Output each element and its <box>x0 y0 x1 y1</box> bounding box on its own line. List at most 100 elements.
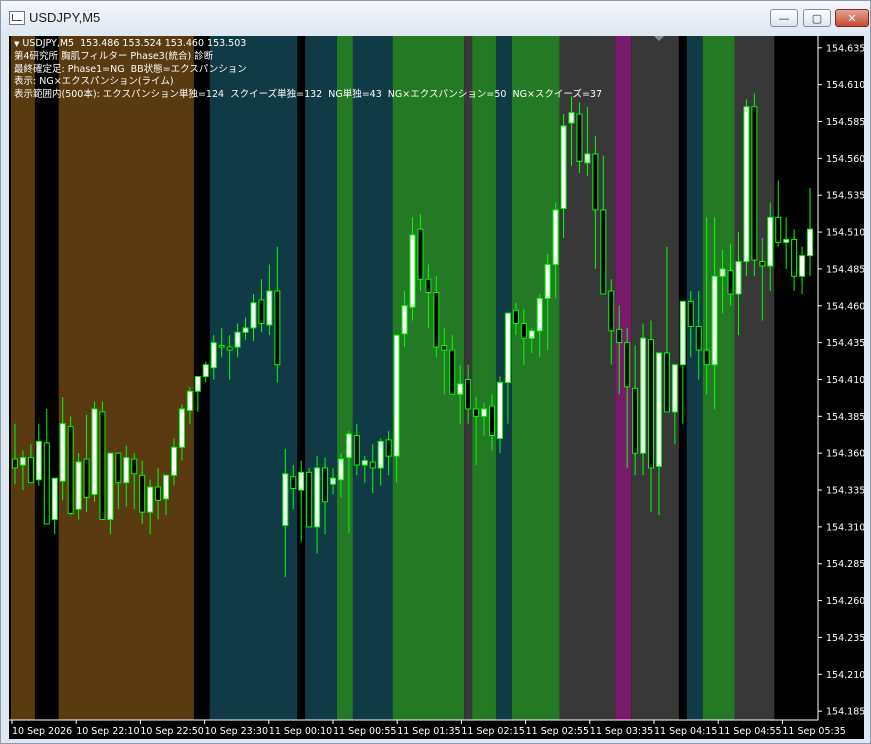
info-line-4: 表示範囲内(500本): エクスパンション単独=124 スクイーズ単独=132 … <box>14 89 603 101</box>
time-tick-label: 11 Sep 04:55 <box>718 726 781 737</box>
candle-body <box>576 113 583 162</box>
candle-body <box>51 477 58 521</box>
price-tick-label: 154.260 <box>826 596 864 607</box>
candle-body <box>433 292 440 348</box>
candle-body <box>640 337 647 454</box>
candle-body <box>592 153 599 211</box>
candle-body <box>655 352 662 467</box>
zone-band <box>11 36 35 720</box>
candle-body <box>624 342 631 388</box>
candle-body <box>544 263 551 299</box>
title-bar[interactable]: USDJPY,M5 — ▢ ✕ <box>1 1 870 35</box>
candle-body <box>791 238 798 277</box>
candle-body <box>807 228 814 257</box>
candle-body <box>274 290 281 366</box>
symbol-ohlc: USDJPY,M5 153.486 153.524 153.460 153.50… <box>22 38 247 49</box>
time-tick-label: 10 Sep 23:30 <box>205 726 268 737</box>
price-tick-label: 154.285 <box>826 559 864 570</box>
candle-body <box>242 327 249 333</box>
candle-body <box>306 471 313 528</box>
candle-body <box>91 408 98 495</box>
candle-body <box>290 476 297 490</box>
candle-body <box>337 458 344 481</box>
candle-body <box>648 339 655 469</box>
candle-body <box>560 125 567 209</box>
candle-body <box>43 442 50 525</box>
candle-body <box>250 302 257 329</box>
candle-body <box>751 106 758 261</box>
candle-body <box>441 345 448 351</box>
price-tick-label: 154.185 <box>826 707 864 718</box>
candle-body <box>170 446 177 476</box>
zone-band <box>336 36 353 720</box>
candle-body <box>393 334 400 457</box>
time-tick-label: 11 Sep 01:35 <box>397 726 460 737</box>
candle-body <box>258 299 265 324</box>
candle-body <box>35 440 42 481</box>
candle-body <box>115 452 122 484</box>
candle-body <box>210 342 217 369</box>
candle-body <box>536 297 543 332</box>
candle-body <box>735 261 742 295</box>
price-tick-label: 154.235 <box>826 633 864 644</box>
candle-body <box>194 376 201 392</box>
candle-body <box>369 461 376 469</box>
candle-body <box>163 474 170 500</box>
candle-body <box>584 153 591 164</box>
price-tick-label: 154.335 <box>826 486 864 497</box>
candle-body <box>298 471 305 491</box>
candle-body <box>178 408 185 448</box>
maximize-button[interactable]: ▢ <box>803 9 831 27</box>
time-tick-label: 11 Sep 05:35 <box>782 726 845 737</box>
candlestick-chart[interactable]: 154.635 154.610 154.585 154.560 154.535 154.5… <box>9 36 864 739</box>
candle-body <box>465 378 472 410</box>
candle-body <box>457 383 464 395</box>
candle-body <box>131 458 138 475</box>
time-tick-label: 11 Sep 02:55 <box>526 726 589 737</box>
candle-body <box>663 352 670 413</box>
minimize-button[interactable]: — <box>770 9 798 27</box>
time-tick-label: 11 Sep 00:55 <box>333 726 396 737</box>
candle-body <box>703 349 710 366</box>
zone-band <box>511 36 560 720</box>
zone-band <box>209 36 298 720</box>
candle-body <box>75 461 82 510</box>
candle-body <box>671 364 678 413</box>
candle-body <box>83 458 90 498</box>
candle-body <box>481 408 488 417</box>
indicator-info: ▼ USDJPY,M5 153.486 153.524 153.460 153.5… <box>14 38 602 102</box>
candle-body <box>489 405 496 436</box>
candle-body <box>234 331 241 348</box>
candle-body <box>528 330 535 339</box>
candle-body <box>67 426 74 515</box>
candle-body <box>504 312 511 383</box>
time-tick-label: 11 Sep 04:15 <box>654 726 717 737</box>
zone-band <box>58 36 194 720</box>
close-button[interactable]: ✕ <box>835 9 869 27</box>
candle-body <box>186 390 193 411</box>
chart-area[interactable]: 154.635 154.610 154.585 154.560 154.535 154.5… <box>9 36 864 739</box>
candle-body <box>568 112 575 124</box>
candle-body <box>512 309 519 324</box>
candle-body <box>353 434 360 466</box>
info-line-3: 表示: NG×エクスパンション(ライム) <box>14 76 174 88</box>
time-tick-label: 11 Sep 02:15 <box>461 726 524 737</box>
candle-body <box>743 106 750 263</box>
candle-body <box>147 486 154 513</box>
price-tick-label: 154.210 <box>826 670 864 681</box>
candle-body <box>616 328 623 344</box>
candle-body <box>27 457 34 484</box>
price-tick-label: 154.310 <box>826 522 864 533</box>
candle-body <box>202 364 209 378</box>
time-tick-label: 10 Sep 22:10 <box>76 726 139 737</box>
window-title: USDJPY,M5 <box>29 10 101 25</box>
candle-body <box>473 408 480 417</box>
price-tick-label: 154.635 <box>826 43 864 54</box>
triangle-down-icon[interactable]: ▼ <box>14 40 19 48</box>
price-tick-label: 154.510 <box>826 228 864 239</box>
candle-body <box>123 457 130 484</box>
zone-band <box>472 36 496 720</box>
candle-body <box>679 300 686 366</box>
candle-body <box>775 216 782 243</box>
candle-body <box>719 268 726 277</box>
